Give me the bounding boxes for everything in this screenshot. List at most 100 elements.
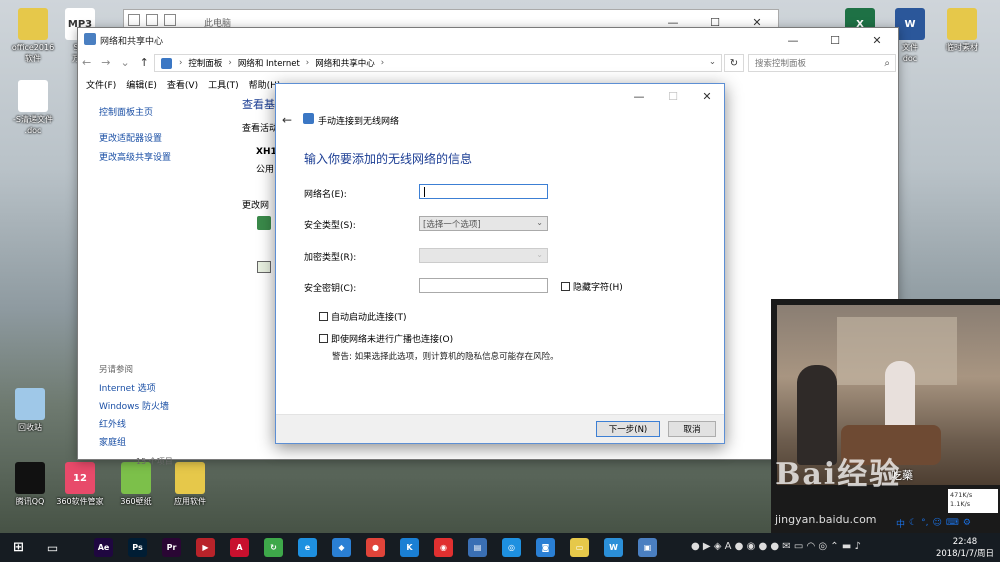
computer-icon[interactable]: [128, 14, 140, 26]
taskbar-app-icon[interactable]: A: [230, 538, 249, 557]
taskbar-app-icon[interactable]: ◎: [502, 538, 521, 557]
back-arrow-icon[interactable]: ←: [282, 113, 292, 127]
refresh-button[interactable]: ↻: [724, 54, 744, 72]
security-type-label: 安全类型(S):: [304, 221, 356, 231]
taskbar-app-icon[interactable]: ◉: [434, 538, 453, 557]
windows-start-icon[interactable]: ⊞: [9, 538, 28, 557]
dialog-titlebar[interactable]: — ☐ ✕: [276, 84, 724, 108]
keyboard-icon[interactable]: ⌨: [946, 518, 959, 528]
tray-icons[interactable]: ● ▶ ◈ A ● ◉ ● ● ✉ ▭ ◠ ◎ ⌃ ▬ ♪: [691, 541, 861, 552]
see-also-infrared[interactable]: 红外线: [99, 417, 126, 430]
checkbox-box[interactable]: [319, 334, 328, 343]
ime-toolbar[interactable]: 中 ☾ °, ☺ ⌨ ⚙: [896, 515, 1000, 531]
auto-connect-checkbox[interactable]: 自动启动此连接(T): [319, 310, 407, 323]
desktop-icon-label: 回收站: [18, 423, 42, 432]
connect-hidden-checkbox[interactable]: 即使网络未进行广播也连接(O): [319, 332, 453, 345]
taskbar-app-icon[interactable]: Pr: [162, 538, 181, 557]
hide-characters-checkbox[interactable]: 隐藏字符(H): [561, 280, 623, 293]
taskbar-app-icon[interactable]: ▶: [196, 538, 215, 557]
up-icon[interactable]: ↑: [140, 56, 149, 69]
taskbar-app-icon[interactable]: ▤: [468, 538, 487, 557]
manual-wireless-dialog[interactable]: — ☐ ✕ ← 手动连接到无线网络 输入你要添加的无线网络的信息 网络名(E):…: [275, 83, 725, 444]
new-connection-icon[interactable]: [257, 216, 271, 230]
taskbar: ⊞ ▭ Ae Ps Pr ▶ A ↻ e ◆ ● K ◉ ▤ ◎ ◙ ▭ W ▣ ● ▶ ◈ A ● ◉ ● ●…: [0, 533, 1000, 562]
search-input[interactable]: 搜索控制面板 ⌕: [748, 54, 896, 72]
breadcrumb-control-panel[interactable]: 控制面板: [188, 57, 222, 69]
taskbar-app-icon[interactable]: ◙: [536, 538, 555, 557]
minimize-icon[interactable]: —: [622, 84, 656, 108]
sidebar-link-adapter[interactable]: 更改适配器设置: [99, 131, 162, 144]
taskbar-app-icon[interactable]: Ae: [94, 538, 113, 557]
checkbox-box[interactable]: [319, 312, 328, 321]
window-controls[interactable]: — ☐ ✕: [772, 28, 898, 52]
desktop-icon[interactable]: 应用软件: [160, 462, 220, 507]
taskbar-app-icon[interactable]: ▭: [570, 538, 589, 557]
next-button[interactable]: 下一步(N): [596, 421, 660, 437]
see-also-homegroup[interactable]: 家庭组: [99, 435, 126, 448]
menu-bar: 文件(F) 编辑(E) 查看(V) 工具(T) 帮助(H): [86, 78, 280, 91]
taskbar-app-icon[interactable]: Ps: [128, 538, 147, 557]
maximize-icon[interactable]: ☐: [814, 28, 856, 52]
wireless-network-icon: [303, 113, 314, 124]
watermark-url: jingyan.baidu.com: [775, 513, 877, 526]
settings-icon[interactable]: ⚙: [963, 518, 971, 528]
video-player[interactable]: 吃藥 Bai经验 jingyan.baidu.com 471K/s 1.1K/s…: [771, 299, 1000, 533]
window-titlebar[interactable]: 网络和共享中心 — ☐ ✕: [78, 28, 898, 50]
checkbox-box[interactable]: [561, 282, 570, 291]
taskbar-app-icon[interactable]: W: [604, 538, 623, 557]
taskbar-app-icon[interactable]: ▣: [638, 538, 657, 557]
moon-icon[interactable]: ☾: [909, 518, 917, 528]
taskbar-app-icon[interactable]: ●: [366, 538, 385, 557]
properties-icon[interactable]: [146, 14, 158, 26]
forward-icon[interactable]: →: [101, 56, 110, 69]
network-speed-widget[interactable]: 471K/s 1.1K/s: [948, 489, 998, 513]
desktop-icon-label: 临时素材: [946, 43, 978, 52]
quick-access-toolbar[interactable]: [128, 14, 176, 26]
desktop-icon[interactable]: 360壁纸: [106, 462, 166, 507]
desktop-icon[interactable]: 临时素材: [932, 8, 992, 53]
minimize-icon[interactable]: —: [772, 28, 814, 52]
taskbar-app-icon[interactable]: K: [400, 538, 419, 557]
menu-view[interactable]: 查看(V): [167, 78, 198, 91]
menu-edit[interactable]: 编辑(E): [126, 78, 157, 91]
cancel-button[interactable]: 取消: [668, 421, 716, 437]
new-folder-icon[interactable]: [164, 14, 176, 26]
ime-chinese-indicator[interactable]: 中: [896, 517, 905, 530]
dialog-heading: 输入你要添加的无线网络的信息: [304, 152, 473, 166]
close-icon[interactable]: ✕: [690, 84, 724, 108]
taskbar-app-icon[interactable]: e: [298, 538, 317, 557]
search-icon[interactable]: ⌕: [884, 58, 890, 69]
menu-file[interactable]: 文件(F): [86, 78, 116, 91]
close-icon[interactable]: ✕: [856, 28, 898, 52]
desktop-icon[interactable]: 12 360软件管家: [50, 462, 110, 507]
network-type: 公用: [256, 165, 275, 175]
breadcrumb-network-center[interactable]: 网络和共享中心: [315, 57, 375, 69]
back-icon[interactable]: ←: [82, 56, 91, 69]
address-bar[interactable]: › 控制面板 › 网络和 Internet › 网络和共享中心 › ⌄: [154, 54, 722, 72]
clock[interactable]: 22:48 2018/1/7/周日: [936, 536, 994, 560]
emoji-icon[interactable]: ☺: [932, 518, 941, 528]
task-view-icon[interactable]: ▭: [43, 538, 62, 557]
ssid-input[interactable]: [419, 184, 548, 199]
see-also-firewall[interactable]: Windows 防火墙: [99, 399, 169, 412]
main-title: 查看基: [242, 98, 275, 111]
sidebar-link-sharing[interactable]: 更改高级共享设置: [99, 150, 171, 163]
security-key-input[interactable]: [419, 278, 548, 293]
recent-dropdown-icon[interactable]: ⌄: [120, 56, 129, 69]
punctuation-icon[interactable]: °,: [921, 518, 928, 528]
breadcrumb-network-internet[interactable]: 网络和 Internet: [238, 57, 300, 69]
address-dropdown-icon[interactable]: ⌄: [709, 57, 716, 67]
dialog-footer: 下一步(N) 取消: [276, 414, 724, 443]
see-also-internet-options[interactable]: Internet 选项: [99, 381, 156, 394]
dialog-window-controls[interactable]: — ☐ ✕: [622, 84, 724, 108]
troubleshoot-icon[interactable]: [257, 261, 271, 273]
desktop-icon[interactable]: -S清递文件 .doc: [3, 80, 63, 136]
taskbar-app-icon[interactable]: ◆: [332, 538, 351, 557]
taskbar-app-icon[interactable]: ↻: [264, 538, 283, 557]
search-placeholder: 搜索控制面板: [755, 59, 807, 69]
security-type-select[interactable]: [选择一个选项] ⌄: [419, 216, 548, 231]
desktop-icon[interactable]: 回收站: [0, 388, 60, 433]
sidebar-link-home[interactable]: 控制面板主页: [99, 105, 153, 118]
menu-tools[interactable]: 工具(T): [208, 78, 239, 91]
desktop-icon-image: [15, 462, 45, 494]
